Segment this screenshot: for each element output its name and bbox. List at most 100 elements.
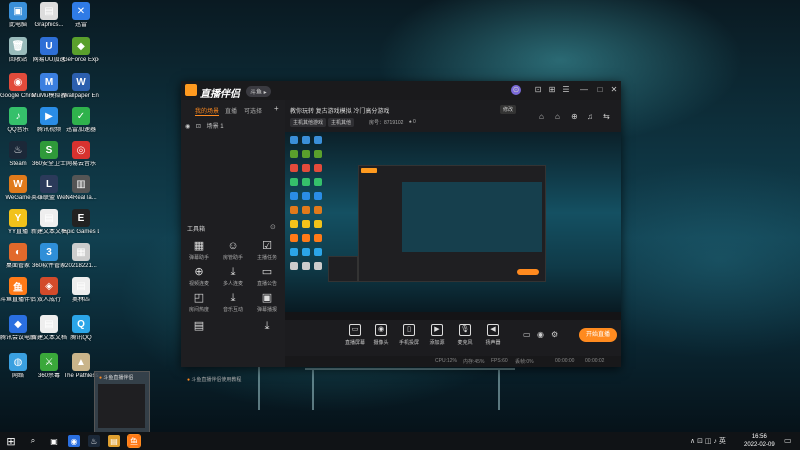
control-screen-capture-button[interactable]: ▭ 直播屏幕 xyxy=(343,324,367,346)
text-file-icon: ▤ xyxy=(40,315,58,333)
desktop-icon[interactable]: ◈ 双人成行 xyxy=(31,277,67,304)
task-view-icon[interactable]: ▣ xyxy=(48,435,60,447)
desktop-icon[interactable]: M MuMu模拟器 xyxy=(31,73,67,100)
tool-item[interactable]: ◰ 房间热度 xyxy=(183,292,215,313)
record-icon[interactable]: ▭ xyxy=(523,330,531,339)
tool-item[interactable]: ⤓ 音乐互动 xyxy=(217,292,249,313)
tool-item[interactable]: ☑ 主播任务 xyxy=(251,240,283,261)
control-speaker-button[interactable]: ◀ 扬声器 xyxy=(481,324,505,346)
desktop-icon[interactable]: ⚔ 360杀毒 xyxy=(31,353,67,380)
explorer-icon[interactable]: ▤ xyxy=(108,435,120,447)
add-scene-button[interactable]: + xyxy=(274,104,279,113)
category-pill[interactable]: 主机其他游戏 xyxy=(290,118,327,127)
tool-item[interactable] xyxy=(217,320,249,322)
toolbox-more-icon[interactable]: ⊙ xyxy=(270,223,276,231)
home-icon[interactable]: ⌂ xyxy=(539,112,544,121)
desktop-icon[interactable]: Q 腾讯QQ xyxy=(63,315,99,342)
status-item: 丢帧:0% xyxy=(515,359,534,365)
clock[interactable]: 16:56 2022-02-09 xyxy=(744,433,775,449)
start-live-button[interactable]: 开始直播 xyxy=(579,328,617,342)
tool-item[interactable]: ▣ 弹幕播报 xyxy=(251,292,283,313)
desktop-icon[interactable]: ▦ 20218221... xyxy=(63,243,99,270)
desktop-icon[interactable]: 3 360软件管家 xyxy=(31,243,67,270)
fullscreen-icon[interactable]: ⊞ xyxy=(547,85,557,94)
bell-icon[interactable]: ♫ xyxy=(587,112,593,121)
desktop-icon-label: 腾讯QQ xyxy=(70,335,92,341)
settings-icon[interactable]: ⚙ xyxy=(551,330,558,339)
tool-item[interactable]: ▭ 直播公告 xyxy=(251,266,283,287)
desktop-icon[interactable]: L 英雄联盟 WeGame版 xyxy=(31,175,67,202)
search-icon[interactable]: ⌕ xyxy=(27,435,39,447)
close-button[interactable]: ✕ xyxy=(609,85,619,94)
gift-icon[interactable]: ⊡ xyxy=(533,85,543,94)
taskbar-preview-thumbnail[interactable]: ● 斗鱼直播伴侣 xyxy=(94,371,150,434)
tool-label: 弹幕助手 xyxy=(188,255,209,261)
wallpaper-bench-leg xyxy=(312,370,314,410)
control-add-source-button[interactable]: ▶ 添加源 xyxy=(425,324,449,346)
status-item: 内存:45% xyxy=(463,359,485,365)
fans-count: ♠ 0 xyxy=(409,119,416,125)
thumbnail-title: ● 斗鱼直播伴侣 xyxy=(99,375,134,381)
platform-switch[interactable]: 斗鱼 ▸ xyxy=(246,86,271,97)
desktop-icon[interactable]: S 360安全卫士 xyxy=(31,141,67,168)
desktop-icon[interactable]: ◆ GeForce Experience xyxy=(63,37,99,64)
minimize-button[interactable]: — xyxy=(579,85,589,94)
tool-item[interactable]: ⤓ xyxy=(251,320,283,334)
tab-live[interactable]: 直播 xyxy=(225,106,237,115)
scene-item[interactable]: ◉ ⊡ 场景 1 xyxy=(185,121,224,130)
add-source-icon: ▶ xyxy=(431,324,443,336)
gift-icon[interactable]: ⊕ xyxy=(571,112,578,121)
control-camera-button[interactable]: ◉ 摄像头 xyxy=(369,324,393,346)
tool-item[interactable]: ▦ 弹幕助手 xyxy=(183,240,215,261)
tool-label: 多人连麦 xyxy=(222,281,243,287)
douyu-taskbar-icon[interactable]: 鱼 xyxy=(127,434,141,448)
system-tray[interactable]: ∧ ⊡ ◫ ♪ 英 xyxy=(690,436,726,446)
avatar[interactable]: ⊙ xyxy=(511,85,521,95)
tencent-video-icon: ▶ xyxy=(40,107,58,125)
desktop-icon[interactable]: ▤ 新建文本文档 xyxy=(31,209,67,236)
view-icon[interactable]: ◉ xyxy=(537,330,544,339)
tool-item[interactable]: ☺ 房管助手 xyxy=(217,240,249,261)
tool-item[interactable]: ⊕ 视频连麦 xyxy=(183,266,215,287)
lock-icon[interactable]: ⌂ xyxy=(555,112,560,121)
edit-title-button[interactable]: 修改 xyxy=(500,105,517,114)
start-button[interactable]: ⊞ xyxy=(5,435,17,448)
tool-item[interactable]: ▤ xyxy=(183,320,215,334)
tool-item[interactable]: ⤓ 多人连麦 xyxy=(217,266,249,287)
tutorial-link[interactable]: ● 斗鱼直播伴侣使用教程 xyxy=(187,376,241,383)
desktop-icon[interactable]: ✕ 迅雷 xyxy=(63,2,99,29)
desktop-icon[interactable]: ▤ 奥林匹 xyxy=(63,277,99,304)
edge-icon[interactable]: ◉ xyxy=(68,435,80,447)
lock-icon[interactable]: ⊡ xyxy=(196,124,201,130)
desktop-icon[interactable]: U 网易UU加速 xyxy=(31,37,67,64)
subcategory-pill[interactable]: 主机其他 xyxy=(328,118,355,127)
control-microphone-button[interactable]: 🎙 麦克风 xyxy=(453,324,477,346)
camera-icon: ◉ xyxy=(375,324,387,336)
titlebar: 直播伴侣 斗鱼 ▸ ⊙ ⊡ ⊞ ☰ — □ ✕ xyxy=(181,81,621,100)
eye-icon[interactable]: ◉ xyxy=(185,124,190,130)
desktop-icon[interactable]: W Wallpaper Engine xyxy=(63,73,99,100)
desktop-icon[interactable]: ▤ 新建文本文档 xyxy=(31,315,67,342)
live-preview[interactable] xyxy=(285,132,621,312)
steam-taskbar-icon[interactable]: ♨ xyxy=(88,435,100,447)
tab-selectable[interactable]: 可选择 xyxy=(244,106,262,115)
share-icon[interactable]: ⇆ xyxy=(603,112,610,121)
menu-icon[interactable]: ☰ xyxy=(561,85,571,94)
360-antivirus-icon: ⚔ xyxy=(40,353,58,371)
desktop-icon[interactable]: ◎ 网易云音乐 xyxy=(63,141,99,168)
desktop-icon[interactable]: ▶ 腾讯视频 xyxy=(31,107,67,134)
desktop-icon[interactable]: ✓ 迅雷加速器 xyxy=(63,107,99,134)
maximize-button[interactable]: □ xyxy=(595,85,605,94)
control-phone-cast-button[interactable]: ▯ 手机投屏 xyxy=(397,324,421,346)
preview-mini-icon xyxy=(314,178,322,186)
notification-icon[interactable]: ▭ xyxy=(784,436,792,445)
desktop-icon[interactable]: ▥ N4RealTa... xyxy=(63,175,99,202)
desktop-icon[interactable]: ▤ Graphics... xyxy=(31,2,67,29)
desktop-icon-label: 迅雷加速器 xyxy=(65,127,96,133)
broadcast-icon: ▣ xyxy=(261,292,273,304)
tab-my-scenes[interactable]: 我的场景 xyxy=(195,106,220,116)
desktop-icon-label: 新建文本文档 xyxy=(31,229,67,235)
clock-date: 2022-02-09 xyxy=(744,442,775,448)
desktop-icon[interactable]: E Epic Games Launcher xyxy=(63,209,99,236)
preview-nested-window xyxy=(358,165,546,282)
